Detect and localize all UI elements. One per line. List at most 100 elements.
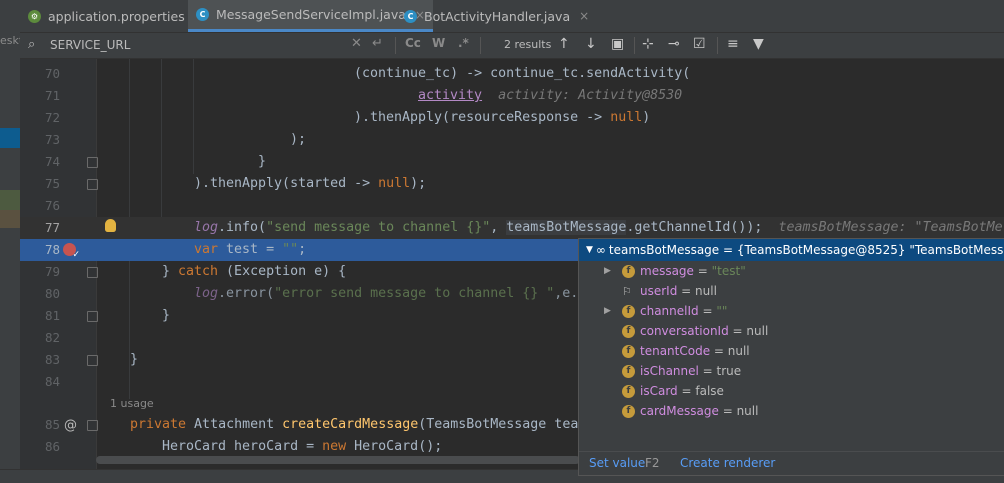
properties-icon: ⚙	[28, 9, 41, 23]
code-line-73[interactable]: 73 );	[20, 129, 1004, 151]
variable-value: "test"	[711, 264, 746, 278]
class-icon: C	[404, 9, 417, 23]
field-icon: f	[622, 404, 635, 418]
tree-item-highlight[interactable]	[0, 190, 20, 210]
selected-tree-item[interactable]	[0, 128, 20, 148]
previous-occurrence-icon[interactable]: ↑	[558, 36, 570, 52]
divider	[717, 37, 718, 54]
filter-options-icon[interactable]: ≡	[727, 36, 739, 52]
horizontal-scrollbar[interactable]	[96, 456, 580, 464]
shortcut-hint: F2	[645, 456, 660, 470]
search-input[interactable]: SERVICE_URL	[50, 38, 130, 52]
variable-value: null	[746, 324, 769, 338]
divider	[395, 37, 396, 54]
inline-debug-value: activity: Activity@8530	[498, 88, 683, 103]
variable-row[interactable]: f cardMessage = null	[579, 401, 1004, 421]
filter-icon[interactable]: ▼	[753, 36, 764, 52]
code-line-70[interactable]: 70 (continue_tc) -> continue_tc.sendActi…	[20, 63, 1004, 85]
annotation-at-icon[interactable]: @	[64, 418, 77, 433]
variable-name: channelId	[640, 304, 699, 318]
ide-window: eskt ⚙ application.properties × C Messag…	[0, 0, 1004, 483]
create-renderer-link[interactable]: Create renderer	[680, 456, 775, 470]
fold-marker-icon[interactable]	[87, 420, 98, 431]
fold-marker-icon[interactable]	[87, 157, 98, 168]
variable-name: conversationId	[640, 324, 729, 338]
breakpoint-icon[interactable]	[63, 243, 80, 260]
field-icon: f	[622, 324, 635, 338]
popup-header-row[interactable]: ▼ ∞ teamsBotMessage = {TeamsBotMessage@8…	[579, 239, 1004, 261]
divider	[634, 37, 635, 54]
code-line-75[interactable]: 75 ).thenApply(started -> null);	[20, 173, 1004, 195]
field-icon: f	[622, 304, 635, 318]
tab-application-properties[interactable]: ⚙ application.properties ×	[28, 0, 204, 32]
inline-debug-value: teamsBotMessage: "TeamsBotMe	[778, 220, 1003, 235]
variable-row[interactable]: f isCard = false	[579, 381, 1004, 401]
fold-marker-icon[interactable]	[87, 179, 98, 190]
remove-occurrence-icon[interactable]: ⊸	[668, 36, 680, 52]
open-in-window-icon[interactable]: ▣	[611, 36, 624, 52]
field-icon: f	[622, 264, 635, 278]
variable-value: false	[695, 384, 724, 398]
clear-search-icon[interactable]: ✕	[351, 36, 362, 51]
variable-value: null	[736, 404, 759, 418]
tab-label: MessageSendServiceImpl.java	[216, 7, 406, 22]
variable-name: isCard	[640, 384, 678, 398]
variable-row[interactable]: f tenantCode = null	[579, 341, 1004, 361]
search-results-count: 2 results	[504, 38, 552, 51]
variable-value: null	[695, 284, 717, 298]
variable-value: true	[716, 364, 742, 378]
divider	[480, 37, 481, 54]
tab-botactivityhandler[interactable]: C BotActivityHandler.java ×	[404, 0, 589, 32]
variable-name: tenantCode	[640, 344, 711, 358]
chevron-right-icon[interactable]: ▶	[604, 266, 611, 276]
class-icon: C	[196, 8, 209, 21]
next-occurrence-icon[interactable]: ↓	[585, 36, 597, 52]
variable-name: message	[640, 264, 694, 278]
set-value-link[interactable]: Set value	[589, 456, 645, 470]
code-line-74[interactable]: 74 }	[20, 151, 1004, 173]
usages-hint[interactable]: 1 usage	[110, 393, 154, 415]
popup-footer: Set value F2 Create renderer	[579, 451, 1004, 476]
variable-name: cardMessage	[640, 404, 719, 418]
lightbulb-icon[interactable]	[105, 219, 116, 232]
editor-tab-bar: ⚙ application.properties × C MessageSend…	[20, 0, 1004, 33]
new-line-icon[interactable]: ↵	[372, 36, 383, 51]
regex-toggle[interactable]: .*	[458, 36, 469, 50]
chevron-down-icon[interactable]: ▼	[586, 245, 593, 255]
variable-value: null	[727, 344, 750, 358]
flag-icon: ⚐	[622, 284, 632, 298]
code-line-76[interactable]: 76	[20, 195, 1004, 217]
select-all-occurrences-icon[interactable]: ☑	[693, 36, 706, 52]
project-tool-window-strip[interactable]: eskt	[0, 0, 23, 482]
code-line-77[interactable]: 77 log.info("send message to channel {}"…	[20, 217, 1004, 239]
close-icon[interactable]: ×	[579, 9, 589, 23]
fold-marker-icon[interactable]	[87, 355, 98, 366]
field-icon: f	[622, 344, 635, 358]
match-case-toggle[interactable]: Cc	[405, 36, 421, 50]
variable-row[interactable]: ▶ f message = "test"	[579, 261, 1004, 281]
tree-item-highlight[interactable]	[0, 210, 20, 228]
popup-header-value: teamsBotMessage = {TeamsBotMessage@8525}…	[608, 243, 1004, 257]
debug-value-popup[interactable]: ▼ ∞ teamsBotMessage = {TeamsBotMessage@8…	[578, 238, 1004, 476]
chevron-right-icon[interactable]: ▶	[604, 306, 611, 316]
words-toggle[interactable]: W	[432, 36, 445, 50]
code-line-72[interactable]: 72 ).thenApply(resourceResponse -> null)	[20, 107, 1004, 129]
field-icon: f	[622, 364, 635, 378]
variable-row[interactable]: f conversationId = null	[579, 321, 1004, 341]
find-bar: ⌕ SERVICE_URL ✕ ↵ Cc W .* 2 results ↑ ↓ …	[20, 33, 1004, 59]
field-icon: f	[622, 384, 635, 398]
variable-name: userId	[640, 284, 678, 298]
variable-value: ""	[716, 304, 728, 318]
variable-row[interactable]: ⚐ userId = null	[579, 281, 1004, 301]
watch-glasses-icon: ∞	[595, 243, 606, 257]
tab-messagesendserviceimpl[interactable]: C MessageSendServiceImpl.java ×	[188, 0, 433, 32]
variable-row[interactable]: ▶ f channelId = ""	[579, 301, 1004, 321]
variable-name: isChannel	[640, 364, 699, 378]
fold-marker-icon[interactable]	[87, 311, 98, 322]
add-occurrence-icon[interactable]: ⊹	[642, 36, 654, 52]
search-icon[interactable]: ⌕	[28, 37, 35, 52]
fold-marker-icon[interactable]	[87, 267, 98, 278]
code-line-71[interactable]: 71 activity activity: Activity@8530	[20, 85, 1004, 107]
tab-label: application.properties	[48, 8, 185, 24]
variable-row[interactable]: f isChannel = true	[579, 361, 1004, 381]
